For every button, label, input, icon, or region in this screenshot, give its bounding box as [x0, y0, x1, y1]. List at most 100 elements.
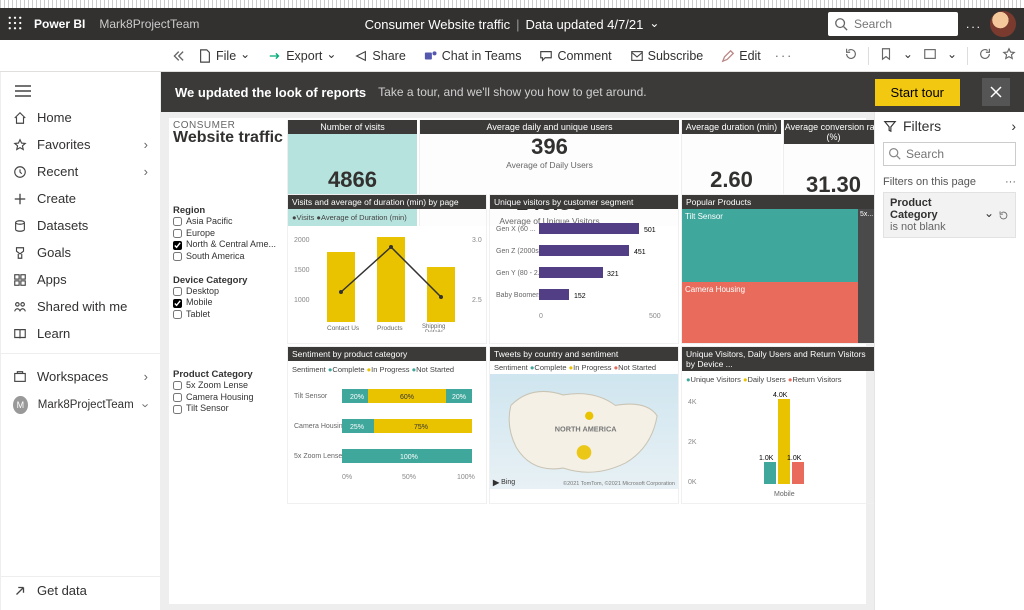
svg-text:2K: 2K [688, 439, 697, 446]
svg-text:NORTH AMERICA: NORTH AMERICA [555, 425, 617, 434]
start-tour-button[interactable]: Start tour [875, 79, 960, 106]
edit-button[interactable]: Edit [717, 47, 765, 65]
report-canvas: CONSUMER Website traffic Region Asia Pac… [161, 112, 874, 610]
filters-collapse-icon[interactable]: › [1011, 118, 1016, 134]
filter-icon [883, 119, 897, 133]
svg-text:100%: 100% [457, 474, 475, 481]
nav-workspaces[interactable]: Workspaces› [1, 363, 160, 390]
clear-filter-icon[interactable] [998, 210, 1009, 221]
banner-title: We updated the look of reports [175, 85, 366, 100]
nav-create[interactable]: Create [1, 185, 160, 212]
svg-text:Contact Us: Contact Us [327, 325, 360, 332]
nav-hamburger[interactable] [1, 78, 160, 104]
slicer-region[interactable]: Region Asia Pacific Europe North & Centr… [173, 199, 285, 263]
favorite-star-icon[interactable] [1002, 47, 1016, 64]
filters-search-input[interactable] [883, 142, 1016, 166]
chart-tweets-map[interactable]: Tweets by country and sentiment Sentimen… [489, 346, 679, 504]
svg-text:50%: 50% [402, 474, 416, 481]
svg-text:1.0K: 1.0K [787, 455, 802, 462]
window-grip [0, 0, 1024, 8]
slicer-product[interactable]: Product Category 5x Zoom Lense Camera Ho… [173, 363, 285, 415]
svg-text:Gen Z (2000s...: Gen Z (2000s... [496, 248, 545, 255]
filters-section-more[interactable]: ··· [1005, 176, 1016, 188]
svg-text:Tilt Sensor: Tilt Sensor [294, 393, 328, 400]
svg-text:Gen Y (80 - 2...: Gen Y (80 - 2... [496, 270, 544, 277]
comment-button[interactable]: Comment [535, 47, 615, 65]
expand-pane-icon[interactable] [170, 49, 184, 63]
nav-get-data[interactable]: Get data [1, 577, 160, 604]
chat-teams-button[interactable]: Chat in Teams [420, 47, 526, 65]
report-main-title: Website traffic [173, 129, 285, 147]
data-updated: Data updated 4/7/21 [525, 17, 643, 32]
more-icon[interactable]: ... [966, 17, 982, 31]
svg-text:20%: 20% [452, 394, 466, 401]
app-name: Power BI [34, 17, 85, 31]
filters-section-label: Filters on this page [883, 176, 976, 188]
svg-text:75%: 75% [414, 424, 428, 431]
svg-text:Camera Housing: Camera Housing [294, 423, 347, 430]
svg-text:2000: 2000 [294, 237, 310, 244]
svg-text:1500: 1500 [294, 267, 310, 274]
nav-datasets[interactable]: Datasets [1, 212, 160, 239]
nav-home[interactable]: Home [1, 104, 160, 131]
waffle-icon[interactable] [8, 16, 22, 33]
svg-text:4K: 4K [688, 399, 697, 406]
svg-text:Products: Products [377, 325, 403, 332]
view-chevron[interactable] [947, 49, 957, 63]
filter-card-product-category[interactable]: Product Category is not blank [883, 192, 1016, 238]
svg-text:4.0K: 4.0K [773, 392, 788, 399]
filters-title: Filters [903, 118, 941, 134]
chevron-down-icon[interactable] [649, 17, 659, 32]
update-banner: We updated the look of reports Take a to… [161, 72, 1024, 112]
bookmark-icon[interactable] [879, 47, 893, 64]
svg-text:321: 321 [607, 271, 619, 278]
slicer-device[interactable]: Device Category Desktop Mobile Tablet [173, 269, 285, 321]
chart-visitors-by-device[interactable]: Unique Visitors, Daily Users and Return … [681, 346, 874, 504]
subscribe-button[interactable]: Subscribe [626, 47, 708, 65]
svg-text:451: 451 [634, 249, 646, 256]
svg-text:100%: 100% [400, 454, 418, 461]
filters-pane: Filters › Filters on this page ··· Produc… [874, 112, 1024, 610]
svg-text:1.0K: 1.0K [759, 455, 774, 462]
svg-text:0: 0 [539, 313, 543, 320]
svg-text:Details: Details [425, 330, 443, 332]
search-icon [888, 147, 901, 160]
banner-subtitle: Take a tour, and we'll show you how to g… [378, 85, 646, 99]
svg-text:Gen X (60 ...: Gen X (60 ... [496, 226, 536, 233]
nav-learn[interactable]: Learn [1, 320, 160, 347]
global-search[interactable] [828, 12, 958, 36]
banner-close-button[interactable] [982, 78, 1010, 106]
global-search-input[interactable] [854, 17, 944, 31]
nav-shared[interactable]: Shared with me [1, 293, 160, 320]
chart-unique-segment[interactable]: Unique visitors by customer segment Gen … [489, 194, 679, 344]
nav-apps[interactable]: Apps [1, 266, 160, 293]
report-toolbar: File Export Share Chat in Teams Comment … [0, 40, 1024, 72]
workspace-name: Mark8ProjectTeam [99, 17, 199, 31]
nav-favorites[interactable]: Favorites› [1, 131, 160, 158]
reset-icon[interactable] [844, 47, 858, 64]
toolbar-more-icon[interactable]: ··· [775, 49, 794, 63]
share-button[interactable]: Share [350, 47, 409, 65]
refresh-icon[interactable] [978, 47, 992, 64]
svg-text:3.0: 3.0 [472, 237, 482, 244]
svg-text:152: 152 [574, 293, 586, 300]
svg-text:0K: 0K [688, 479, 697, 486]
chart-visits-duration[interactable]: Visits and average of duration (min) by … [287, 194, 487, 344]
export-menu[interactable]: Export [264, 47, 340, 65]
svg-text:0%: 0% [342, 474, 352, 481]
view-icon[interactable] [923, 47, 937, 64]
chart-sentiment-product[interactable]: Sentiment by product category Sentiment … [287, 346, 487, 504]
chevron-down-icon[interactable] [984, 208, 994, 222]
svg-text:20%: 20% [350, 394, 364, 401]
nav-current-workspace[interactable]: MMark8ProjectTeam› [1, 390, 160, 420]
chart-popular-products[interactable]: Popular Products Tilt Sensor Camera Hous… [681, 194, 874, 344]
svg-text:60%: 60% [400, 394, 414, 401]
bookmark-chevron[interactable] [903, 49, 913, 63]
user-avatar[interactable] [990, 11, 1016, 37]
svg-text:5x Zoom Lense: 5x Zoom Lense [294, 453, 342, 460]
svg-text:1000: 1000 [294, 297, 310, 304]
nav-goals[interactable]: Goals [1, 239, 160, 266]
file-menu[interactable]: File [194, 47, 254, 65]
nav-recent[interactable]: Recent› [1, 158, 160, 185]
app-header: Power BI Mark8ProjectTeam Consumer Websi… [0, 8, 1024, 40]
